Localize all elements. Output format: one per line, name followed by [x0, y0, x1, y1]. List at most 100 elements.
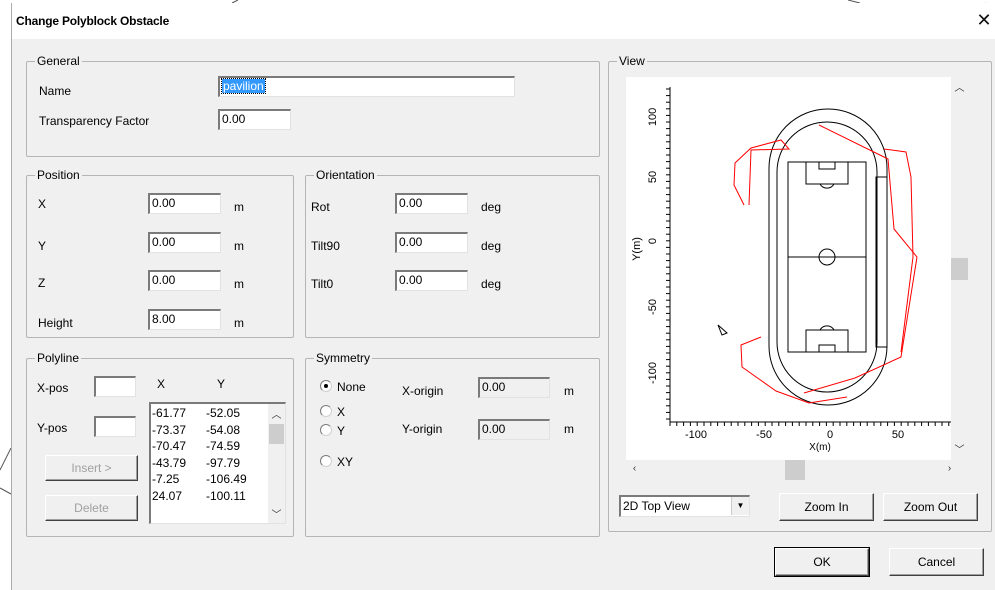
point-x-value: -61.77	[152, 406, 187, 420]
view-group: View 100 50 0 -50 -100 Y(m) -100 -50 0 5…	[608, 54, 992, 532]
height-unit: m	[234, 316, 244, 330]
radio-icon[interactable]	[320, 405, 332, 417]
tilt90-unit: deg	[481, 239, 502, 253]
list-vertical-scrollbar[interactable]: ︿ ﹀	[268, 404, 285, 523]
polyline-points-list[interactable]: -61.77 -52.05 -73.37 -54.08 -70.47 -74.59 -43.…	[149, 402, 286, 524]
xorigin-field[interactable]: 0.00	[478, 377, 550, 398]
plot-vertical-scrollbar[interactable]: ︿ ﹀	[951, 77, 968, 460]
point-x-value: -7.25	[152, 472, 180, 486]
close-icon[interactable]: ✕	[972, 9, 995, 33]
point-x-value: 24.07	[152, 488, 183, 503]
scroll-down-icon[interactable]: ﹀	[268, 506, 285, 521]
x-tick-label-50: 50	[892, 429, 904, 441]
symmetry-option-xy[interactable]: XY	[320, 453, 390, 469]
plot-hscroll-thumb[interactable]	[785, 460, 805, 480]
y-minor-ticks	[666, 88, 670, 420]
z-unit: m	[234, 277, 244, 291]
x-field[interactable]: 0.00	[148, 193, 221, 214]
plot-vscroll-thumb[interactable]	[951, 258, 968, 280]
chevron-down-icon[interactable]: ▼	[731, 497, 749, 515]
list-scroll-thumb[interactable]	[269, 424, 284, 444]
yorigin-field[interactable]: 0.00	[478, 419, 550, 440]
plot-scroll-down-icon[interactable]: ﹀	[951, 441, 968, 456]
dialog-title: Change Polyblock Obstacle	[16, 14, 170, 28]
symmetry-option-x[interactable]: X	[320, 403, 390, 419]
symmetry-option-label: X	[337, 405, 346, 419]
zoom-in-button[interactable]: Zoom In	[779, 493, 874, 521]
yorigin-label: Y-origin	[402, 422, 443, 436]
radio-icon[interactable]	[320, 380, 332, 392]
symmetry-option-y[interactable]: Y	[320, 422, 390, 438]
y-unit: m	[234, 239, 244, 253]
symmetry-option-none[interactable]: None	[320, 378, 390, 394]
tilt0-unit: deg	[481, 277, 502, 291]
position-legend: Position	[35, 168, 82, 182]
polyline-group: Polyline X-pos Y-pos Insert > Delete X Y…	[26, 351, 294, 537]
y-axis-label: Y(m)	[631, 237, 643, 261]
view-plot[interactable]: 100 50 0 -50 -100 Y(m) -100 -50 0 50 X(m…	[626, 77, 968, 460]
y-tick-label-neg100: -100	[647, 362, 659, 384]
cancel-button[interactable]: Cancel	[889, 548, 984, 576]
tilt0-field[interactable]: 0.00	[395, 270, 468, 291]
point-y-value: -97.79	[206, 455, 241, 470]
polyline-left	[740, 336, 848, 404]
change-polyblock-dialog: Change Polyblock Obstacle ✕ General Name…	[11, 3, 995, 590]
x-tick-label-0: 0	[827, 429, 833, 441]
bottom-penalty-box	[805, 329, 849, 353]
small-obstacle	[717, 324, 728, 336]
y-field[interactable]: 0.00	[148, 232, 221, 253]
side-pavilion	[875, 176, 888, 348]
column-x-header: X	[157, 377, 166, 391]
z-field[interactable]: 0.00	[148, 270, 221, 291]
point-x-value: -70.47	[152, 439, 187, 453]
point-y-value: -52.05	[206, 406, 241, 420]
x-tick-label-neg100: -100	[685, 429, 707, 441]
polyline-top-left	[733, 139, 791, 206]
transparency-label: Transparency Factor	[39, 114, 150, 128]
ok-button[interactable]: OK	[774, 547, 870, 577]
plot-scroll-left-icon[interactable]: ‹	[626, 463, 643, 474]
plot-scroll-up-icon[interactable]: ︿	[951, 79, 968, 94]
tilt0-label: Tilt0	[311, 277, 334, 291]
ypos-field[interactable]	[94, 416, 136, 437]
rot-label: Rot	[311, 200, 330, 214]
title-bar: Change Polyblock Obstacle ✕	[12, 3, 995, 39]
y-tick-label-neg50: -50	[647, 299, 659, 315]
xpos-field[interactable]	[94, 376, 136, 397]
height-field[interactable]: 8.00	[148, 309, 221, 330]
transparency-field[interactable]: 0.00	[218, 109, 291, 130]
symmetry-legend: Symmetry	[314, 351, 372, 365]
point-x-value: -43.79	[152, 455, 187, 470]
plot-scroll-right-icon[interactable]: ›	[941, 463, 958, 474]
x-axis-label: X(m)	[809, 442, 831, 453]
rot-field[interactable]: 0.00	[395, 193, 468, 214]
symmetry-group: Symmetry None X Y XY X-origin 0.00 m Y-orig…	[305, 351, 600, 537]
insert-button[interactable]: Insert >	[45, 455, 138, 481]
position-group: Position X 0.00 m Y 0.00 m Z 0.00 m Heig…	[26, 168, 294, 338]
view-mode-select[interactable]: 2D Top View ▼	[619, 495, 750, 517]
polyline-legend: Polyline	[35, 351, 82, 365]
tilt90-field[interactable]: 0.00	[395, 232, 468, 253]
xorigin-label: X-origin	[402, 384, 444, 398]
ok-label: OK	[813, 555, 831, 569]
zoom-out-button[interactable]: Zoom Out	[883, 493, 978, 521]
radio-icon[interactable]	[320, 424, 332, 436]
view-legend: View	[617, 54, 647, 68]
symmetry-option-label: XY	[337, 455, 354, 469]
radio-icon[interactable]	[320, 455, 332, 467]
x-minor-ticks	[669, 422, 957, 426]
name-field[interactable]: pavilion	[218, 76, 515, 97]
plot-horizontal-scrollbar[interactable]: ‹ ›	[626, 460, 968, 480]
y-label: Y	[38, 239, 47, 253]
polyline-right-inner	[883, 148, 914, 353]
delete-button[interactable]: Delete	[45, 495, 138, 521]
top-penalty-box	[805, 161, 849, 185]
zoom-out-label: Zoom Out	[903, 500, 958, 514]
zoom-in-label: Zoom In	[804, 500, 849, 514]
plot-canvas: 100 50 0 -50 -100 Y(m) -100 -50 0 50 X(m…	[631, 87, 961, 453]
height-label: Height	[38, 316, 73, 330]
xorigin-unit: m	[564, 384, 574, 398]
scroll-up-icon[interactable]: ︿	[268, 406, 285, 421]
orientation-group: Orientation Rot 0.00 deg Tilt90 0.00 deg…	[305, 168, 600, 338]
point-y-value: -54.08	[206, 422, 241, 437]
